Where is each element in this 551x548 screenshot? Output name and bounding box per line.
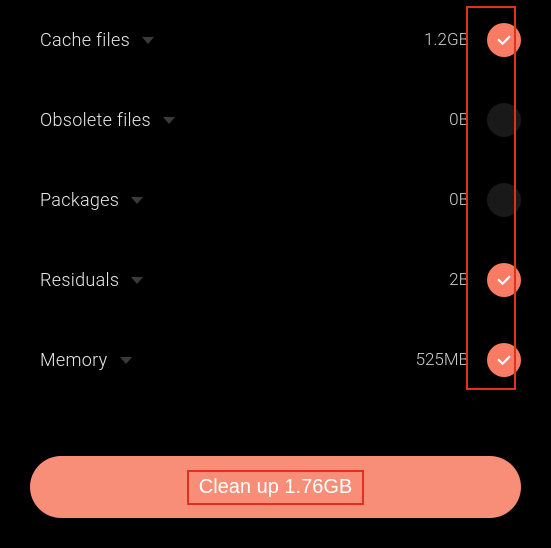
row-label: Obsolete files	[40, 110, 151, 131]
chevron-down-icon	[131, 197, 143, 204]
cleanup-list: Cache files 1.2GB Obsolete files 0B Pack…	[0, 0, 551, 400]
row-cache-files[interactable]: Cache files 1.2GB	[40, 0, 521, 80]
checkbox-residuals[interactable]	[487, 263, 521, 297]
check-icon	[495, 351, 513, 369]
chevron-down-icon	[131, 277, 143, 284]
row-expand[interactable]: Residuals	[40, 270, 439, 291]
row-label: Cache files	[40, 30, 130, 51]
row-expand[interactable]: Memory	[40, 350, 406, 371]
row-expand[interactable]: Obsolete files	[40, 110, 439, 131]
row-size: 0B	[449, 190, 469, 210]
chevron-down-icon	[163, 117, 175, 124]
chevron-down-icon	[142, 37, 154, 44]
row-packages[interactable]: Packages 0B	[40, 160, 521, 240]
row-size: 0B	[449, 110, 469, 130]
row-obsolete-files[interactable]: Obsolete files 0B	[40, 80, 521, 160]
checkbox-packages[interactable]	[487, 183, 521, 217]
row-size: 1.2GB	[424, 30, 469, 50]
button-zone: Clean up 1.76GB	[30, 456, 521, 518]
clean-up-button[interactable]: Clean up 1.76GB	[30, 456, 521, 518]
highlight-button-label: Clean up 1.76GB	[187, 470, 364, 505]
check-icon	[495, 31, 513, 49]
row-residuals[interactable]: Residuals 2B	[40, 240, 521, 320]
clean-up-label: Clean up 1.76GB	[199, 476, 352, 498]
chevron-down-icon	[120, 357, 132, 364]
checkbox-obsolete-files[interactable]	[487, 103, 521, 137]
row-size: 525MB	[416, 350, 469, 370]
row-label: Residuals	[40, 270, 119, 291]
row-memory[interactable]: Memory 525MB	[40, 320, 521, 400]
row-label: Packages	[40, 190, 119, 211]
check-icon	[495, 271, 513, 289]
row-expand[interactable]: Cache files	[40, 30, 414, 51]
row-expand[interactable]: Packages	[40, 190, 439, 211]
checkbox-memory[interactable]	[487, 343, 521, 377]
row-label: Memory	[40, 350, 108, 371]
checkbox-cache-files[interactable]	[487, 23, 521, 57]
row-size: 2B	[449, 270, 469, 290]
